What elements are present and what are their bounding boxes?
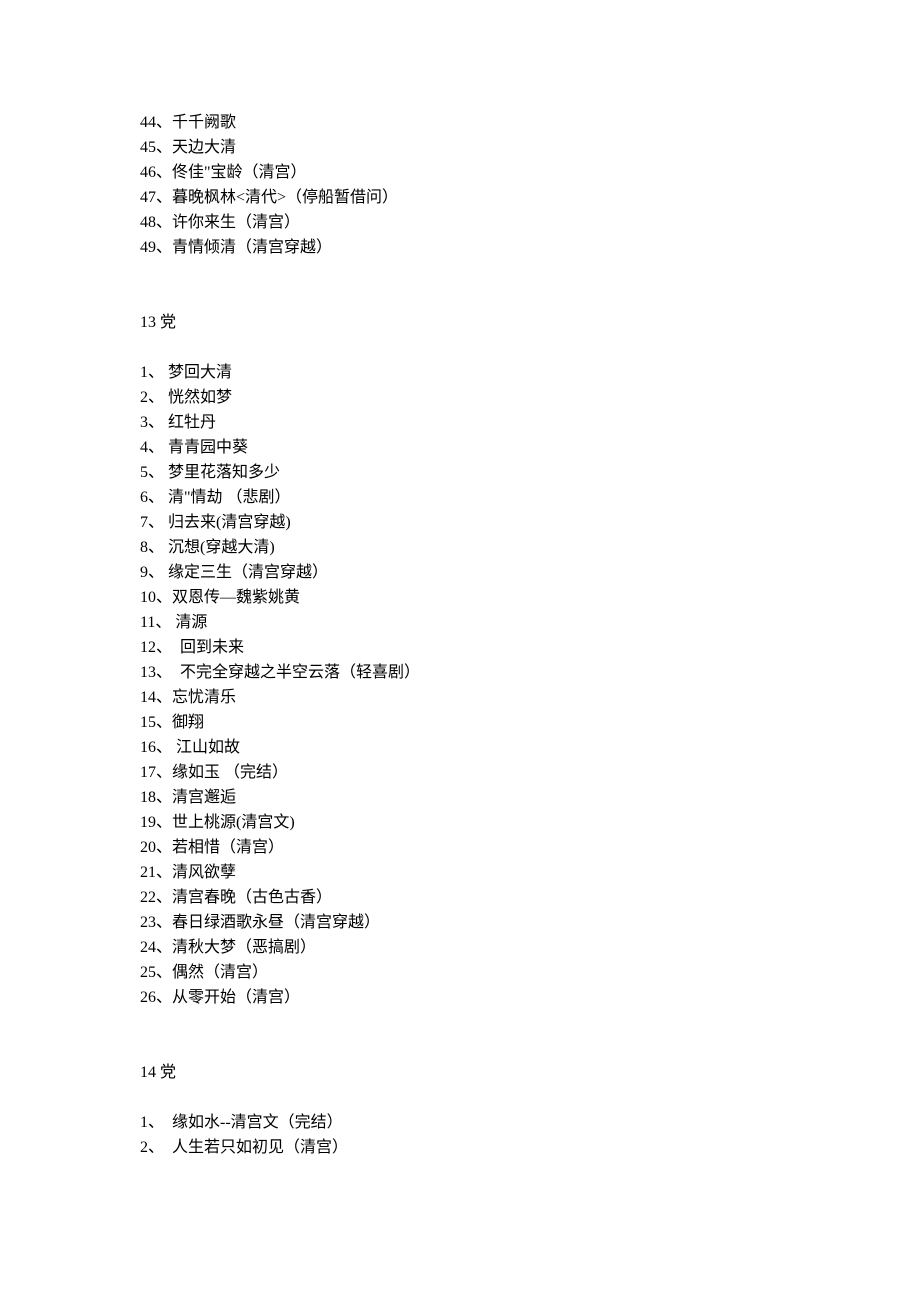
list-item: 9、 缘定三生（清宫穿越） — [140, 560, 780, 585]
list-item: 46、佟佳"宝龄（清宫） — [140, 160, 780, 185]
list-item: 19、世上桃源(清宫文) — [140, 810, 780, 835]
list-item: 24、清秋大梦（恶搞剧） — [140, 935, 780, 960]
list-item: 17、缘如玉 （完结） — [140, 760, 780, 785]
document-page: 44、千千阙歌 45、天边大清 46、佟佳"宝龄（清宫） 47、暮晚枫林<清代>… — [0, 0, 920, 1260]
section-title-14: 14 党 — [140, 1060, 780, 1085]
list-item: 5、 梦里花落知多少 — [140, 460, 780, 485]
list-item: 26、从零开始（清宫） — [140, 985, 780, 1010]
list-item: 44、千千阙歌 — [140, 110, 780, 135]
list-item: 6、 清"情劫 （悲剧） — [140, 485, 780, 510]
list-item: 2、 恍然如梦 — [140, 385, 780, 410]
list-item: 25、偶然（清宫） — [140, 960, 780, 985]
list-item: 3、 红牡丹 — [140, 410, 780, 435]
list-item: 12、 回到未来 — [140, 635, 780, 660]
list-item: 13、 不完全穿越之半空云落（轻喜剧） — [140, 660, 780, 685]
section-13-list: 1、 梦回大清 2、 恍然如梦 3、 红牡丹 4、 青青园中葵 5、 梦里花落知… — [140, 360, 780, 1010]
list-item: 14、忘忧清乐 — [140, 685, 780, 710]
list-item: 16、 江山如故 — [140, 735, 780, 760]
list-item: 7、 归去来(清宫穿越) — [140, 510, 780, 535]
list-item: 23、春日绿酒歌永昼（清宫穿越） — [140, 910, 780, 935]
list-item: 8、 沉想(穿越大清) — [140, 535, 780, 560]
list-item: 49、青情倾清（清宫穿越） — [140, 235, 780, 260]
first-block: 44、千千阙歌 45、天边大清 46、佟佳"宝龄（清宫） 47、暮晚枫林<清代>… — [140, 110, 780, 260]
list-item: 4、 青青园中葵 — [140, 435, 780, 460]
list-item: 1、 缘如水--清宫文（完结） — [140, 1110, 780, 1135]
list-item: 1、 梦回大清 — [140, 360, 780, 385]
list-item: 2、 人生若只如初见（清宫） — [140, 1135, 780, 1160]
section-14-list: 1、 缘如水--清宫文（完结） 2、 人生若只如初见（清宫） — [140, 1110, 780, 1160]
list-item: 18、清宫邂逅 — [140, 785, 780, 810]
list-item: 10、双恩传—魏紫姚黄 — [140, 585, 780, 610]
list-item: 47、暮晚枫林<清代>（停船暂借问） — [140, 185, 780, 210]
list-item: 21、清风欲孽 — [140, 860, 780, 885]
list-item: 22、清宫春晚（古色古香） — [140, 885, 780, 910]
section-title-13: 13 党 — [140, 310, 780, 335]
list-item: 15、御翔 — [140, 710, 780, 735]
list-item: 45、天边大清 — [140, 135, 780, 160]
list-item: 11、 清源 — [140, 610, 780, 635]
list-item: 48、许你来生（清宫） — [140, 210, 780, 235]
list-item: 20、若相惜（清宫） — [140, 835, 780, 860]
